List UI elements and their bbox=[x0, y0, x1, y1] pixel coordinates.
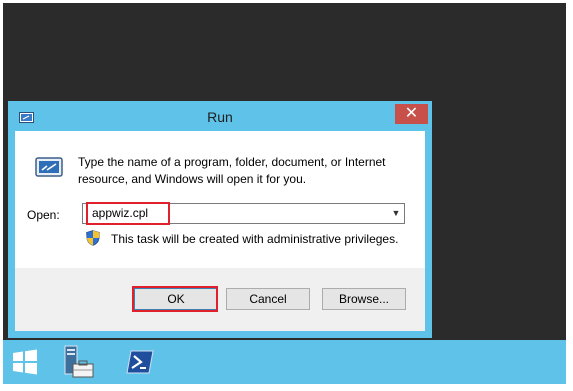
dialog-body: Type the name of a program, folder, docu… bbox=[15, 131, 425, 331]
dialog-content: Type the name of a program, folder, docu… bbox=[15, 131, 425, 268]
cancel-button[interactable]: Cancel bbox=[226, 288, 310, 310]
uac-shield-icon bbox=[86, 230, 100, 246]
run-icon bbox=[34, 152, 64, 182]
dialog-title: Run bbox=[207, 109, 233, 125]
ok-button-highlight bbox=[132, 286, 218, 312]
chevron-down-icon[interactable]: ▼ bbox=[388, 204, 404, 223]
close-button[interactable]: ✕ bbox=[395, 104, 428, 124]
admin-privileges-note: This task will be created with administr… bbox=[111, 232, 399, 246]
instructions-text: Type the name of a program, folder, docu… bbox=[78, 155, 386, 186]
browse-button[interactable]: Browse... bbox=[322, 288, 406, 310]
powershell-icon[interactable] bbox=[125, 347, 155, 377]
windows-start-icon[interactable] bbox=[12, 349, 38, 375]
run-dialog: Run ✕ Type the name of a program, folder… bbox=[8, 101, 432, 338]
open-label: Open: bbox=[27, 208, 60, 222]
title-bar: Run ✕ bbox=[8, 101, 432, 131]
server-manager-icon[interactable] bbox=[62, 344, 98, 380]
open-input-highlight bbox=[86, 202, 170, 225]
taskbar bbox=[3, 340, 566, 384]
